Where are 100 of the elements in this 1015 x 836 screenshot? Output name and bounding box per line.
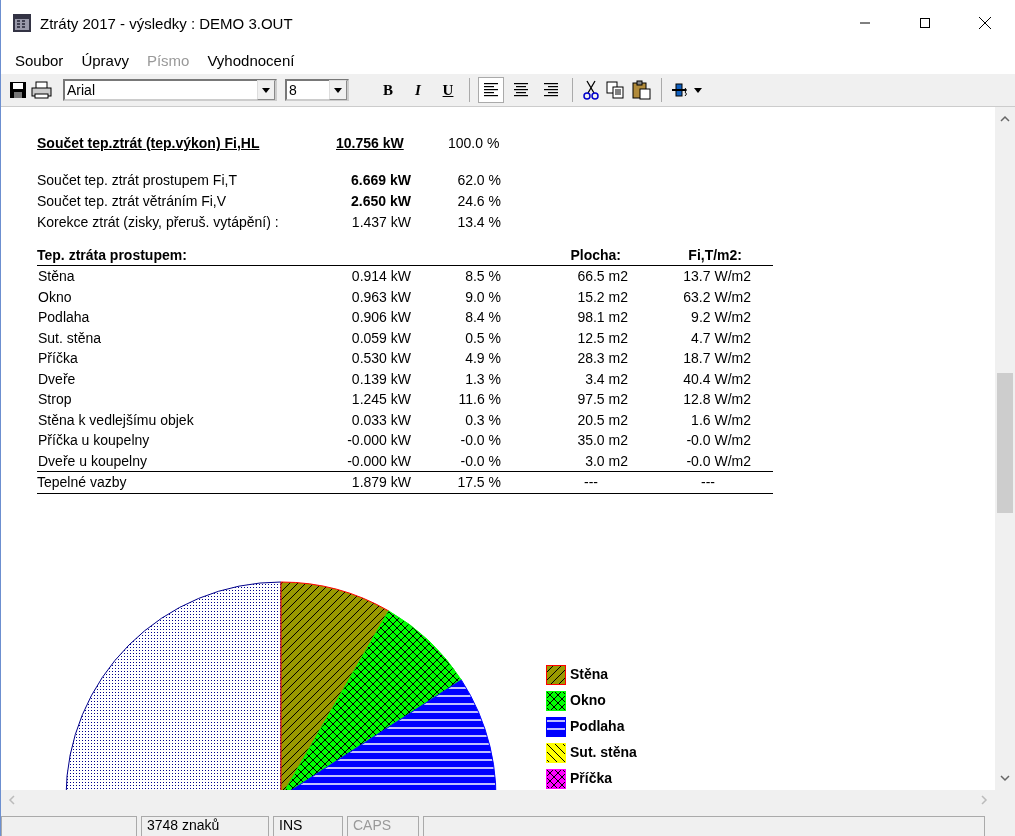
table-cell-text: Okno	[37, 287, 73, 307]
table-cell-text: Stěna k vedlejšímu objek	[37, 410, 195, 430]
total-label: Součet tep.ztrát (tep.výkon) Fi,HL	[37, 134, 261, 153]
align-right-icon	[543, 83, 559, 97]
column-header: Tep. ztráta prostupem:	[37, 245, 188, 265]
table-cell-text: Dveře u koupelny	[37, 451, 148, 471]
table-cell-text: 0.914 kW	[350, 267, 411, 286]
table-cell-text: 4.7 W/m2	[690, 328, 752, 348]
table-cell-text: 8.5 %	[464, 267, 501, 286]
total-percent: 100.0 %	[447, 134, 501, 153]
italic-button[interactable]: I	[405, 77, 431, 103]
status-text: 3748 znaků	[141, 816, 269, 836]
printer-icon[interactable]	[31, 81, 53, 99]
table-cell-text: -0.000 kW	[346, 451, 411, 471]
summary-percent: 62.0 %	[456, 170, 501, 190]
table-cell-text: Sut. stěna	[37, 328, 103, 348]
font-combo[interactable]: Arial	[63, 79, 277, 101]
scroll-thumb[interactable]	[997, 373, 1013, 513]
table-cell-text: 12.8 W/m2	[682, 390, 752, 409]
close-icon[interactable]	[978, 16, 992, 30]
summary-value: 1.437 kW	[350, 212, 411, 232]
save-icon[interactable]	[9, 81, 27, 99]
table-cell-text: 63.2 W/m2	[682, 287, 752, 307]
table-cell-text: 40.4 W/m2	[682, 369, 752, 389]
scissors-icon[interactable]	[581, 80, 601, 100]
table-cell-text: 18.7 W/m2	[682, 349, 752, 368]
table-cell-text: 1.3 %	[464, 369, 501, 389]
summary-value: 2.650 kW	[350, 191, 411, 211]
column-header: Plocha:	[569, 245, 622, 265]
summary-label: Korekce ztrát (zisky, přeruš. vytápění) :	[37, 212, 280, 232]
table-cell-text: 20.5 m2	[576, 410, 628, 430]
legend-label: Příčka	[570, 769, 613, 788]
table-cell-text: -0.0 W/m2	[685, 451, 752, 471]
table-cell-text: Strop	[37, 390, 73, 409]
table-cell-text: 17.5 %	[456, 473, 501, 492]
table-cell-text: 66.5 m2	[576, 267, 628, 286]
table-cell-text: Stěna	[37, 267, 76, 286]
table-cell-text: Tepelné vazby	[37, 473, 128, 492]
summary-percent: 24.6 %	[456, 191, 501, 211]
table-cell-text: 0.139 kW	[350, 369, 411, 389]
summary-label: Součet tep. ztrát prostupem Fi,T	[37, 170, 238, 190]
table-cell-text: -0.000 kW	[346, 431, 411, 450]
align-left-button[interactable]	[478, 77, 504, 103]
table-cell-text: 1.6 W/m2	[690, 410, 752, 430]
align-center-icon	[513, 83, 529, 97]
window-title: Ztráty 2017 - výsledky : DEMO 3.OUT	[40, 14, 294, 32]
table-cell-text: 35.0 m2	[576, 431, 628, 450]
table-cell-text: 0.033 kW	[350, 410, 411, 430]
table-cell-text: 11.6 %	[457, 390, 501, 409]
table-cell-text: 9.0 %	[464, 287, 501, 307]
table-cell-text: -0.0 %	[459, 431, 501, 450]
table-cell-text: 12.5 m2	[576, 328, 628, 348]
legend-label: Okno	[570, 691, 606, 710]
transfer-icon[interactable]	[670, 80, 704, 100]
table-cell-text: Příčka u koupelny	[37, 431, 151, 450]
table-cell-text: 0.906 kW	[350, 308, 411, 327]
table-cell-text: 0.3 %	[464, 410, 501, 430]
table-cell-text: 0.530 kW	[350, 349, 411, 368]
total-value: 10.756 kW	[335, 134, 405, 153]
paste-icon[interactable]	[631, 80, 653, 100]
app-icon	[13, 14, 31, 32]
table-cell-text: 1.245 kW	[350, 390, 411, 409]
menu-item[interactable]: Úpravy	[81, 51, 129, 69]
menu-item[interactable]: Vyhodnocení	[207, 51, 295, 69]
table-cell-text: 97.5 m2	[576, 390, 628, 409]
status-text: INS	[273, 816, 343, 836]
table-cell-text: 0.5 %	[464, 328, 501, 348]
legend-label: Stěna	[570, 665, 609, 684]
table-cell-text: 13.7 W/m2	[682, 267, 752, 286]
table-cell-text: Příčka	[37, 349, 79, 368]
size-combo[interactable]: 8	[285, 79, 349, 101]
table-cell-text: 3.0 m2	[584, 451, 628, 471]
menu-item[interactable]: Soubor	[15, 51, 64, 69]
status-text: CAPS	[347, 816, 419, 836]
summary-value: 6.669 kW	[350, 170, 411, 190]
underline-button[interactable]: U	[435, 77, 461, 103]
table-cell-text: 4.9 %	[464, 349, 501, 368]
table-cell-text: 1.879 kW	[350, 473, 411, 492]
table-cell-text: 0.059 kW	[350, 328, 411, 348]
table-cell-text: ---	[583, 473, 599, 492]
legend-label: Sut. stěna	[570, 743, 637, 762]
table-cell-text: 9.2 W/m2	[690, 308, 752, 327]
table-cell-text: 8.4 %	[464, 308, 501, 327]
maximize-icon[interactable]	[919, 17, 931, 29]
table-cell-text: 0.963 kW	[350, 287, 411, 307]
legend-label: Podlaha	[570, 717, 625, 736]
align-left-icon	[483, 83, 499, 97]
copy-icon[interactable]	[605, 80, 627, 100]
summary-label: Součet tep. ztrát větráním Fi,V	[37, 191, 228, 211]
table-cell-text: 98.1 m2	[576, 308, 628, 327]
caret-icon	[334, 87, 342, 93]
table-cell-text: -0.0 W/m2	[685, 431, 752, 450]
table-cell-text: 3.4 m2	[584, 369, 628, 389]
caret-icon	[262, 87, 270, 93]
table-cell-text: -0.0 %	[459, 451, 501, 471]
table-cell-text: 28.3 m2	[576, 349, 628, 368]
table-cell-text: 15.2 m2	[576, 287, 628, 307]
summary-percent: 13.4 %	[456, 212, 501, 232]
bold-button[interactable]: B	[375, 77, 401, 103]
column-header: Fi,T/m2:	[687, 245, 743, 265]
